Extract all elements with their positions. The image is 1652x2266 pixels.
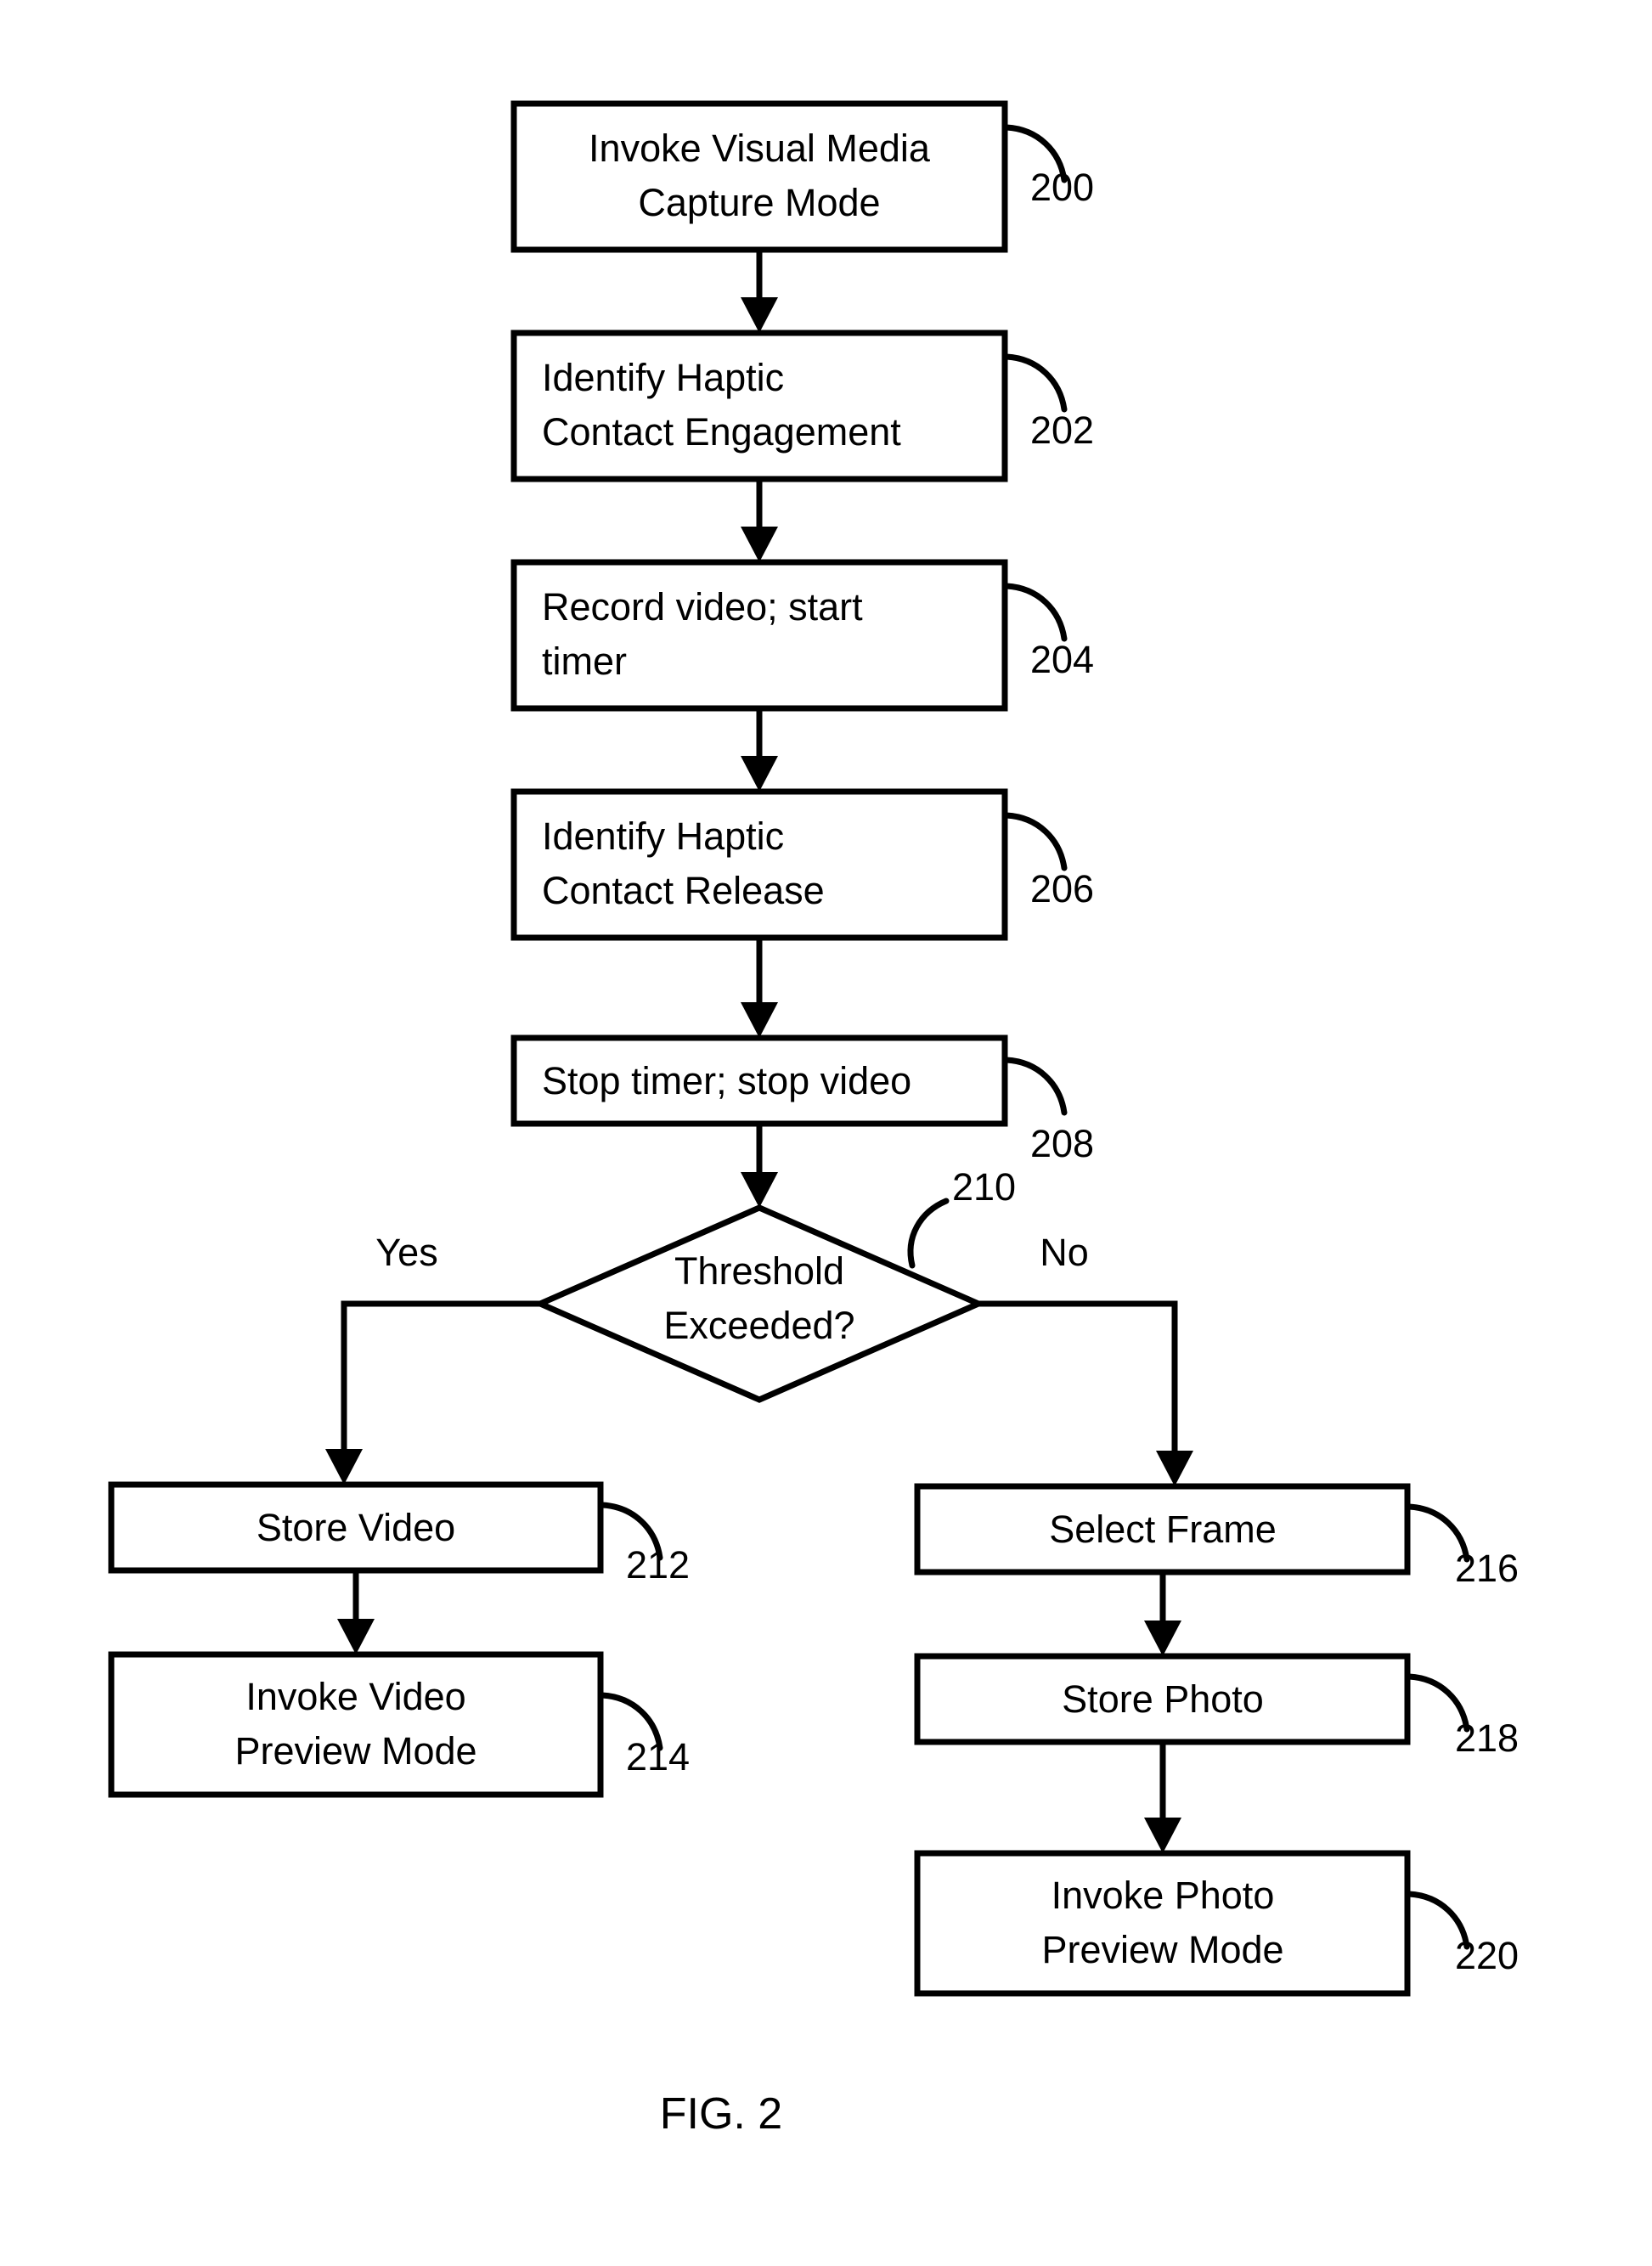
ref-number-220: 220 xyxy=(1455,1934,1519,1977)
arrowhead-icon xyxy=(1144,1621,1181,1656)
node-206: Identify Haptic Contact Release 206 xyxy=(510,788,1094,941)
connector-218-to-220 xyxy=(1144,1742,1181,1853)
node-218-line-1: Store Photo xyxy=(1062,1677,1264,1721)
node-216: Select Frame 216 xyxy=(914,1483,1519,1590)
branch-label-yes: Yes xyxy=(375,1231,437,1274)
node-208-line-1: Stop timer; stop video xyxy=(542,1059,911,1102)
arrowhead-icon xyxy=(741,297,778,333)
node-214-line-2: Preview Mode xyxy=(234,1729,476,1773)
connector-210-no-to-216 xyxy=(978,1300,1193,1486)
leader-line-210 xyxy=(907,1198,950,1269)
ref-number-208: 208 xyxy=(1030,1122,1094,1165)
figure-caption: FIG. 2 xyxy=(660,2089,782,2139)
node-200-line-1: Invoke Visual Media xyxy=(589,127,931,170)
ref-number-214: 214 xyxy=(626,1735,690,1778)
node-206-line-2: Contact Release xyxy=(542,869,825,912)
leader-line-204 xyxy=(1003,583,1068,642)
node-206-line-1: Identify Haptic xyxy=(542,815,784,858)
ref-number-210: 210 xyxy=(952,1165,1016,1209)
connector-216-to-218 xyxy=(1144,1572,1181,1656)
node-220-line-2: Preview Mode xyxy=(1041,1928,1283,1971)
ref-number-200: 200 xyxy=(1030,166,1094,209)
node-200: Invoke Visual Media Capture Mode 200 xyxy=(510,100,1094,253)
node-212-line-1: Store Video xyxy=(257,1506,455,1549)
patent-figure-page: Invoke Visual Media Capture Mode 200 Ide… xyxy=(0,0,1652,2266)
node-204: Record video; start timer 204 xyxy=(510,559,1094,712)
node-210-line-1: Threshold xyxy=(674,1249,844,1293)
node-208: Stop timer; stop video 208 xyxy=(510,1034,1094,1165)
node-212: Store Video 212 xyxy=(108,1481,690,1587)
connector-line xyxy=(341,1300,540,1459)
process-box-206 xyxy=(510,788,1008,941)
node-220: Invoke Photo Preview Mode 220 xyxy=(914,1850,1519,1997)
node-218: Store Photo 218 xyxy=(914,1653,1519,1760)
node-220-line-1: Invoke Photo xyxy=(1052,1874,1275,1917)
branch-label-no: No xyxy=(1040,1231,1089,1274)
arrowhead-icon xyxy=(741,527,778,562)
arrowhead-icon xyxy=(741,756,778,792)
leader-line-208 xyxy=(1003,1057,1068,1116)
arrowhead-icon xyxy=(1144,1818,1181,1853)
arrowhead-icon xyxy=(1156,1451,1193,1486)
connector-212-to-214 xyxy=(337,1570,375,1654)
leader-line-202 xyxy=(1003,353,1068,413)
ref-number-202: 202 xyxy=(1030,409,1094,452)
node-200-line-2: Capture Mode xyxy=(638,181,880,224)
connector-204-to-206 xyxy=(741,708,778,792)
node-214: Invoke Video Preview Mode 214 xyxy=(108,1651,690,1798)
connector-line xyxy=(978,1300,1178,1461)
flowchart-canvas: Invoke Visual Media Capture Mode 200 Ide… xyxy=(108,100,1519,2139)
arrowhead-icon xyxy=(741,1172,778,1208)
process-box-200 xyxy=(510,100,1008,253)
node-204-line-1: Record video; start xyxy=(542,585,863,629)
node-202: Identify Haptic Contact Engagement 202 xyxy=(510,330,1094,482)
node-202-line-1: Identify Haptic xyxy=(542,356,784,399)
ref-number-204: 204 xyxy=(1030,638,1094,681)
node-214-line-1: Invoke Video xyxy=(245,1675,465,1718)
connector-200-to-202 xyxy=(741,250,778,333)
ref-number-212: 212 xyxy=(626,1543,690,1587)
connector-202-to-204 xyxy=(741,479,778,562)
arrowhead-icon xyxy=(325,1449,363,1485)
process-box-202 xyxy=(510,330,1008,482)
node-210: Threshold Exceeded? 210 xyxy=(533,1165,1016,1403)
connector-210-yes-to-212 xyxy=(325,1300,540,1485)
ref-number-216: 216 xyxy=(1455,1547,1519,1590)
process-box-204 xyxy=(510,559,1008,712)
arrowhead-icon xyxy=(741,1002,778,1038)
node-204-line-2: timer xyxy=(542,640,627,683)
leader-line-206 xyxy=(1003,812,1068,871)
ref-number-206: 206 xyxy=(1030,867,1094,910)
connector-208-to-210 xyxy=(741,1124,778,1208)
node-202-line-2: Contact Engagement xyxy=(542,410,901,454)
connector-206-to-208 xyxy=(741,938,778,1038)
arrowhead-icon xyxy=(337,1619,375,1654)
ref-number-218: 218 xyxy=(1455,1716,1519,1760)
node-210-line-2: Exceeded? xyxy=(663,1304,854,1347)
node-216-line-1: Select Frame xyxy=(1049,1508,1277,1551)
